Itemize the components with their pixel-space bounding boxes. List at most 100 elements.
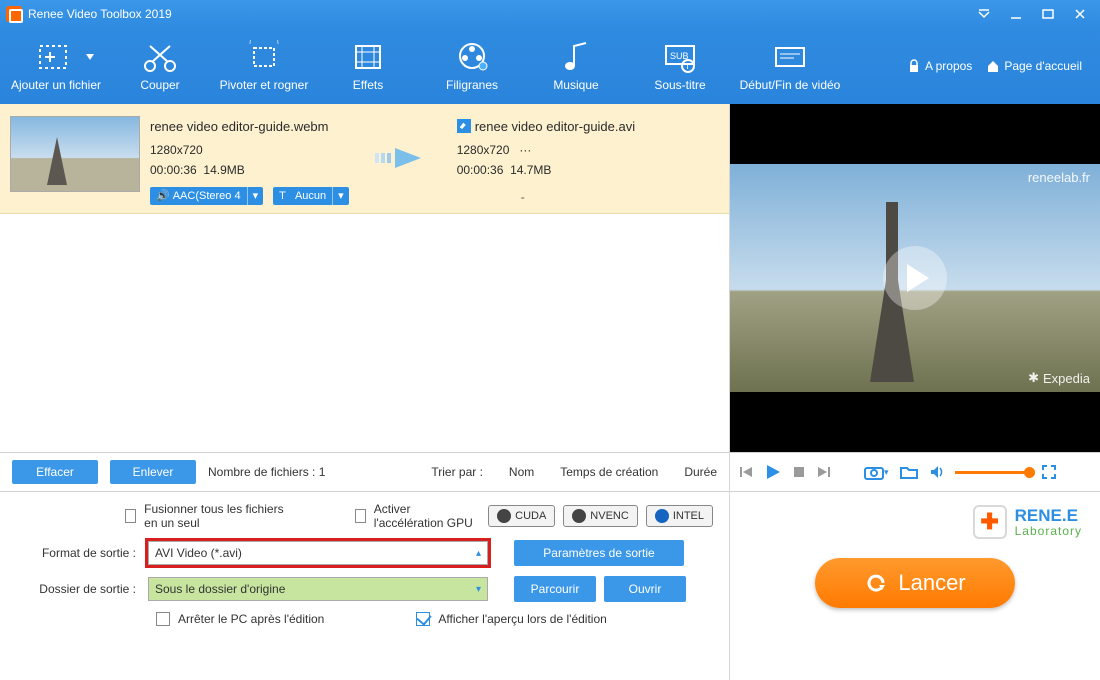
chevron-down-icon: ▾	[333, 187, 349, 206]
scissors-icon	[140, 40, 180, 74]
tool-label: Musique	[553, 78, 598, 92]
minimize-button[interactable]	[1002, 4, 1030, 24]
brand-logo-icon: ✚	[973, 505, 1007, 539]
about-link[interactable]: A propos	[907, 59, 972, 73]
reel-icon	[452, 40, 492, 74]
launch-label: Lancer	[898, 570, 965, 596]
tool-music[interactable]: Musique	[524, 40, 628, 92]
open-button[interactable]: Ouvrir	[604, 576, 686, 602]
file-thumbnail	[10, 116, 140, 192]
tool-subtitle[interactable]: SUBT Sous-titre	[628, 40, 732, 92]
chevron-up-icon: ▴	[476, 548, 481, 559]
output-size: 14.7MB	[510, 163, 551, 177]
play-button[interactable]	[764, 463, 782, 481]
fullscreen-button[interactable]	[1041, 464, 1057, 480]
folder-label: Dossier de sortie :	[16, 582, 136, 596]
gpu-chip-nvenc[interactable]: NVENC	[563, 505, 638, 527]
preview-checkbox[interactable]	[416, 612, 430, 626]
tool-add-file[interactable]: Ajouter un fichier	[4, 40, 108, 92]
gpu-chip-intel[interactable]: INTEL	[646, 505, 713, 527]
home-link[interactable]: Page d'accueil	[986, 59, 1082, 73]
speaker-icon: 🔊 AAC(Stereo 4	[150, 187, 248, 206]
format-label: Format de sortie :	[16, 546, 136, 560]
file-list: renee video editor-guide.webm 1280x720 0…	[0, 104, 729, 452]
options-dropdown-icon[interactable]	[970, 4, 998, 24]
tool-watermark[interactable]: Filigranes	[420, 40, 524, 92]
file-row[interactable]: renee video editor-guide.webm 1280x720 0…	[0, 104, 729, 214]
volume-button[interactable]	[929, 464, 945, 480]
refresh-icon	[864, 571, 888, 595]
output-resolution: 1280x720	[457, 143, 510, 157]
sort-time[interactable]: Temps de création	[560, 465, 658, 479]
sort-name[interactable]: Nom	[509, 465, 534, 479]
file-count-label: Nombre de fichiers : 1	[208, 465, 325, 479]
tool-label: Sous-titre	[654, 78, 705, 92]
skip-back-button[interactable]	[738, 464, 754, 480]
output-dash: -	[521, 187, 525, 207]
snapshot-button[interactable]: ▾	[864, 464, 889, 480]
nvidia-icon	[572, 509, 586, 523]
shutdown-checkbox[interactable]	[156, 612, 170, 626]
lock-icon	[907, 59, 921, 73]
filmstrip-icon	[348, 40, 388, 74]
brand-line1: RENE.E	[1015, 507, 1082, 525]
input-filename: renee video editor-guide.webm	[150, 116, 349, 138]
subtitle-track-selector[interactable]: T Aucun▾	[273, 187, 349, 205]
audio-track-selector[interactable]: 🔊 AAC(Stereo 4▾	[150, 187, 263, 205]
preview-play-button[interactable]	[883, 246, 947, 310]
maximize-button[interactable]	[1034, 4, 1062, 24]
tool-label: Couper	[140, 78, 179, 92]
close-button[interactable]	[1066, 4, 1094, 24]
sort-duration[interactable]: Durée	[684, 465, 717, 479]
stop-button[interactable]	[792, 465, 806, 479]
home-icon	[986, 59, 1000, 73]
open-folder-button[interactable]	[899, 464, 919, 480]
intel-icon	[655, 509, 669, 523]
expedia-watermark: ✱ Expedia	[1028, 370, 1090, 386]
output-params-button[interactable]: Paramètres de sortie	[514, 540, 684, 566]
remove-button[interactable]: Enlever	[110, 460, 196, 484]
brand-line2: Laboratory	[1015, 525, 1082, 538]
input-duration: 00:00:36	[150, 163, 197, 177]
chevron-down-icon	[86, 54, 94, 60]
nvidia-icon	[497, 509, 511, 523]
tool-label: Ajouter un fichier	[11, 78, 101, 92]
brand-area: ✚ RENE.E Laboratory	[730, 492, 1100, 552]
video-preview: reneelab.fr ✱ Expedia	[730, 104, 1100, 452]
tool-rotate-crop[interactable]: Pivoter et rogner	[212, 40, 316, 92]
shutdown-label: Arrêter le PC après l'édition	[178, 612, 324, 626]
main-toolbar: Ajouter un fichier Couper Pivoter et rog…	[0, 28, 1100, 104]
chevron-down-icon: ▾	[248, 187, 264, 206]
output-folder-value: Sous le dossier d'origine	[155, 582, 285, 596]
add-file-icon	[36, 40, 76, 74]
tool-intro-outro[interactable]: Début/Fin de vidéo	[732, 40, 848, 92]
gpu-checkbox[interactable]	[355, 509, 366, 523]
output-duration: 00:00:36	[457, 163, 504, 177]
input-resolution: 1280x720	[150, 140, 349, 160]
output-format-value: AVI Video (*.avi)	[155, 546, 242, 560]
tool-label: Pivoter et rogner	[220, 78, 309, 92]
app-logo-icon	[6, 6, 22, 22]
text-icon: T Aucun	[273, 187, 333, 206]
clear-button[interactable]: Effacer	[12, 460, 98, 484]
app-title: Renee Video Toolbox 2019	[28, 7, 172, 21]
edit-icon[interactable]	[457, 119, 471, 133]
output-settings: Fusionner tous les fichiers en un seul A…	[0, 492, 729, 680]
input-size: 14.9MB	[203, 163, 244, 177]
gpu-chip-cuda[interactable]: CUDA	[488, 505, 555, 527]
output-format-combo[interactable]: AVI Video (*.avi) ▴	[148, 541, 488, 565]
volume-slider[interactable]	[955, 471, 1031, 474]
convert-arrow-icon	[375, 144, 435, 207]
skip-forward-button[interactable]	[816, 464, 832, 480]
tool-effects[interactable]: Effets	[316, 40, 420, 92]
card-icon	[770, 40, 810, 74]
output-folder-combo[interactable]: Sous le dossier d'origine ▾	[148, 577, 488, 601]
list-action-bar: Effacer Enlever Nombre de fichiers : 1 T…	[0, 452, 729, 492]
tool-cut[interactable]: Couper	[108, 40, 212, 92]
music-note-icon	[556, 40, 596, 74]
merge-checkbox[interactable]	[125, 509, 136, 523]
launch-button[interactable]: Lancer	[815, 558, 1015, 608]
player-controls: ▾	[730, 452, 1100, 492]
input-file-info: renee video editor-guide.webm 1280x720 0…	[150, 116, 349, 207]
browse-button[interactable]: Parcourir	[514, 576, 596, 602]
